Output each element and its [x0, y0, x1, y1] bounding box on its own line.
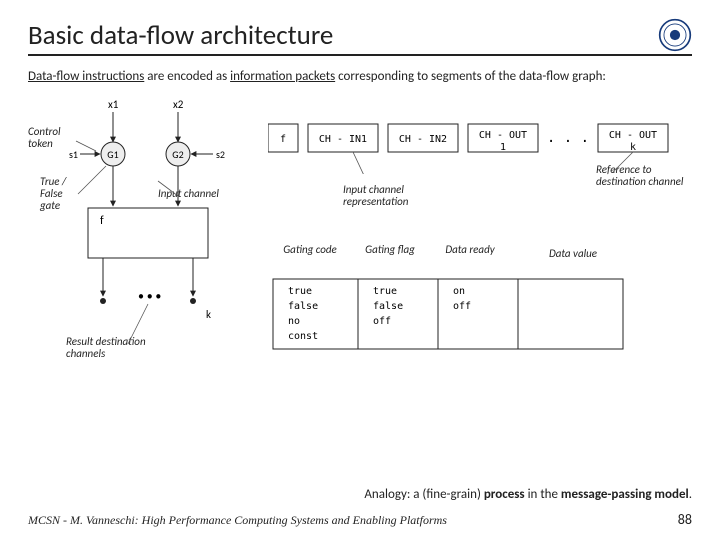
svg-text:false: false — [288, 301, 318, 312]
svg-text:f: f — [280, 134, 286, 145]
analogy-text: Analogy: a (fine-grain) process in the m… — [364, 487, 692, 502]
svg-text:true: true — [288, 286, 312, 297]
svg-text:CH - IN1: CH - IN1 — [319, 134, 367, 145]
svg-text:true: true — [373, 286, 397, 297]
svg-text:. . .: . . . — [547, 130, 589, 146]
gating-table: true false no const true false off on of… — [268, 274, 628, 364]
label-input-channel-repr: Input channel representation — [343, 184, 443, 208]
diagram-area: Control token True / False gate Input ch… — [28, 96, 692, 396]
label-gating-code: Gating code — [280, 244, 340, 256]
label-gating-flag: Gating flag — [360, 244, 420, 256]
svg-text:f: f — [100, 214, 104, 228]
svg-text:no: no — [288, 316, 300, 327]
svg-text:off: off — [453, 301, 471, 312]
intro-text: Data-flow instructions are encoded as in… — [28, 68, 692, 86]
svg-text:off: off — [373, 316, 391, 327]
svg-text:s2: s2 — [216, 148, 225, 161]
svg-text:s1: s1 — [69, 148, 78, 161]
packet-row: f CH - IN1 CH - IN2 CH - OUT 1 . . . CH … — [268, 114, 698, 174]
page-number: 88 — [678, 511, 692, 528]
svg-text:on: on — [453, 286, 465, 297]
svg-text:CH - IN2: CH - IN2 — [399, 134, 447, 145]
svg-text:const: const — [288, 331, 318, 342]
dataflow-graph: x1 x2 G1 G2 s1 s2 f • • • — [28, 96, 238, 356]
svg-text:1: 1 — [500, 142, 506, 153]
svg-text:CH - OUT: CH - OUT — [609, 130, 657, 141]
svg-text:false: false — [373, 301, 403, 312]
label-data-ready: Data ready — [440, 244, 500, 256]
label-data-value: Data value — [528, 248, 618, 260]
svg-text:• • •: • • • — [138, 290, 161, 304]
footer-text: MCSN - M. Vanneschi: High Performance Co… — [28, 513, 447, 528]
svg-text:x1: x1 — [108, 98, 119, 111]
svg-text:G1: G1 — [107, 148, 118, 161]
svg-text:CH - OUT: CH - OUT — [479, 130, 527, 141]
svg-text:k: k — [206, 308, 211, 321]
svg-text:x2: x2 — [173, 98, 184, 111]
svg-text:k: k — [630, 142, 636, 153]
page-title: Basic data-flow architecture — [28, 19, 333, 52]
svg-text:G2: G2 — [172, 148, 183, 161]
institution-logo — [658, 18, 692, 52]
